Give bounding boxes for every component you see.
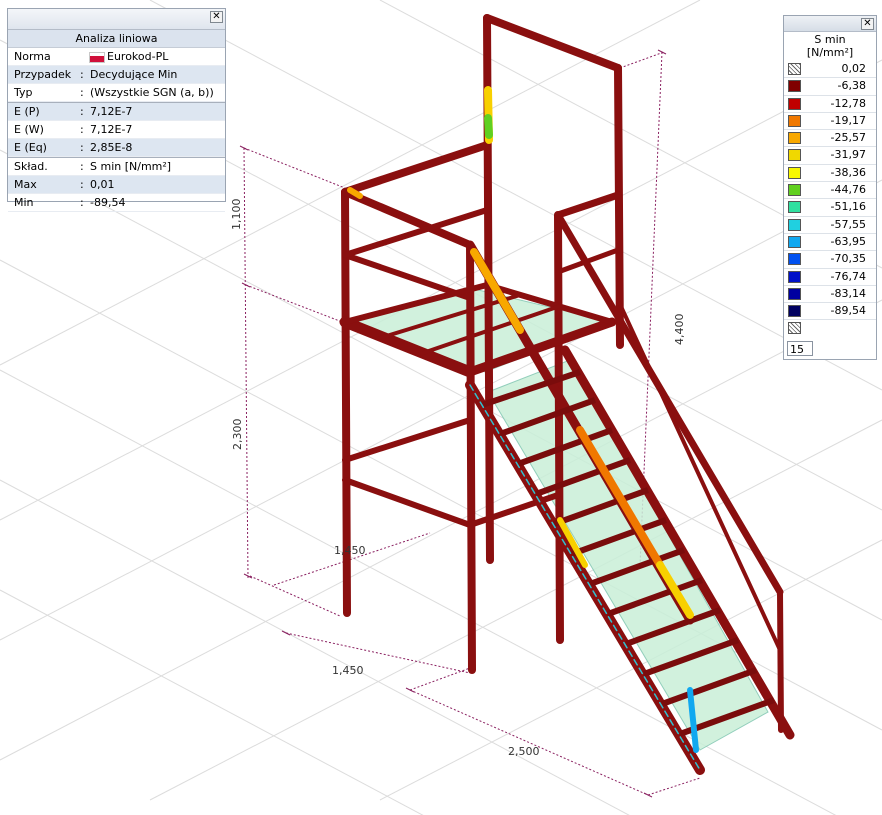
info-label: Skład.	[14, 160, 48, 173]
legend-color-swatch	[788, 132, 801, 145]
legend-row: -6,38	[784, 78, 876, 96]
info-label: E (Eq)	[14, 141, 47, 154]
info-row-min: Min : -89,54	[8, 194, 225, 212]
dim-height-top: 1,100	[230, 199, 243, 231]
legend-title: S min	[814, 33, 846, 46]
legend-row: -63,95	[784, 234, 876, 252]
legend-row: -12,78	[784, 96, 876, 113]
legend-value: -44,76	[830, 183, 866, 197]
legend-value: -76,74	[830, 269, 866, 283]
info-value: (Wszystkie SGN (a, b))	[90, 86, 214, 99]
legend-value: -89,54	[830, 304, 866, 318]
legend-color-swatch	[788, 166, 801, 179]
info-value: Eurokod-PL	[90, 48, 168, 65]
legend-color-swatch	[788, 287, 801, 300]
info-label: Min	[14, 196, 34, 209]
legend-color-swatch	[788, 253, 801, 266]
info-row-e-eq: E (Eq) : 2,85E-8	[8, 139, 225, 157]
dim-depth: 1,450	[334, 544, 366, 557]
legend-color-swatch	[788, 201, 801, 214]
info-label: E (W)	[14, 123, 44, 136]
info-label: Typ	[14, 86, 33, 99]
dim-height-bottom: 2,300	[231, 419, 244, 451]
info-label: E (P)	[14, 105, 40, 118]
info-panel-title: Analiza liniowa	[8, 30, 225, 48]
legend-value: -63,95	[830, 234, 866, 248]
legend-row: -25,57	[784, 130, 876, 148]
info-row-norma: Norma Eurokod-PL	[8, 48, 225, 66]
legend-bottom-row	[784, 320, 876, 336]
legend-color-swatch	[788, 114, 801, 127]
legend-color-swatch	[788, 149, 801, 162]
dim-width: 1,450	[332, 664, 364, 677]
legend-value: -25,57	[830, 131, 866, 145]
legend-color-swatch	[788, 97, 801, 110]
legend-value: -51,16	[830, 200, 866, 214]
info-panel-titlebar[interactable]	[8, 9, 225, 30]
info-value: 7,12E-7	[90, 105, 133, 118]
legend-value: -6,38	[837, 79, 866, 93]
legend-value: -19,17	[830, 113, 866, 127]
legend-top-row: 0,02	[784, 61, 876, 79]
info-value: 2,85E-8	[90, 141, 133, 154]
legend-color-swatch	[788, 218, 801, 231]
legend-row: -70,35	[784, 251, 876, 269]
legend-row: -57,55	[784, 217, 876, 234]
legend-steps: -6,38 -12,78 -19,17 -25,57 -31,97 -38,36 -44,7…	[784, 78, 876, 321]
legend-value: -70,35	[830, 252, 866, 266]
legend-color-swatch	[788, 305, 801, 318]
legend-close-icon[interactable]: ✕	[861, 18, 874, 30]
legend-row: -19,17	[784, 113, 876, 131]
color-legend-panel: ✕ S min [N/mm²] 0,02 -6,38 -12,78 -19,17 -2…	[783, 15, 877, 360]
result-info-panel: ✕ Analiza liniowa Norma Eurokod-PL Przyp…	[7, 8, 226, 212]
info-value: 0,01	[90, 178, 115, 191]
info-row-e-w: E (W) : 7,12E-7	[8, 121, 225, 139]
info-row-max: Max : 0,01	[8, 176, 225, 194]
legend-row: -31,97	[784, 147, 876, 165]
poland-flag-icon	[90, 52, 104, 62]
legend-row: -83,14	[784, 286, 876, 304]
info-value: 7,12E-7	[90, 123, 133, 136]
legend-value: -38,36	[830, 165, 866, 179]
legend-value: -57,55	[830, 217, 866, 231]
legend-row: -38,36	[784, 165, 876, 183]
legend-heading: S min [N/mm²]	[784, 32, 876, 61]
info-label: Norma	[14, 50, 51, 63]
info-label: Max	[14, 178, 37, 191]
legend-row: -51,16	[784, 199, 876, 217]
info-value: -89,54	[90, 196, 126, 209]
info-row-e-p: E (P) : 7,12E-7	[8, 102, 225, 121]
legend-row: -89,54	[784, 303, 876, 321]
above-range-hatch-icon	[788, 63, 801, 75]
info-panel-close-icon[interactable]: ✕	[210, 11, 223, 23]
legend-count-input[interactable]: 15	[787, 341, 813, 356]
dim-height-total: 4,400	[673, 314, 686, 346]
legend-color-swatch	[788, 270, 801, 283]
legend-color-swatch	[788, 184, 801, 197]
below-range-hatch-icon	[788, 322, 801, 335]
legend-value: -12,78	[830, 96, 866, 110]
legend-color-swatch	[788, 80, 801, 93]
info-row-przypadek: Przypadek : Decydujące Min	[8, 66, 225, 84]
legend-value: -31,97	[830, 148, 866, 162]
info-value: S min [N/mm²]	[90, 160, 172, 173]
legend-top-value: 0,02	[841, 62, 867, 75]
info-label: Przypadek	[14, 68, 72, 81]
info-row-typ: Typ : (Wszystkie SGN (a, b))	[8, 84, 225, 102]
dim-stair-length: 2,500	[508, 745, 540, 758]
legend-color-swatch	[788, 235, 801, 248]
legend-row: -44,76	[784, 182, 876, 200]
info-row-sklad: Skład. : S min [N/mm²]	[8, 157, 225, 176]
legend-value: -83,14	[830, 286, 866, 300]
legend-row: -76,74	[784, 269, 876, 286]
legend-unit: [N/mm²]	[806, 46, 854, 59]
info-value: Decydujące Min	[90, 68, 178, 81]
